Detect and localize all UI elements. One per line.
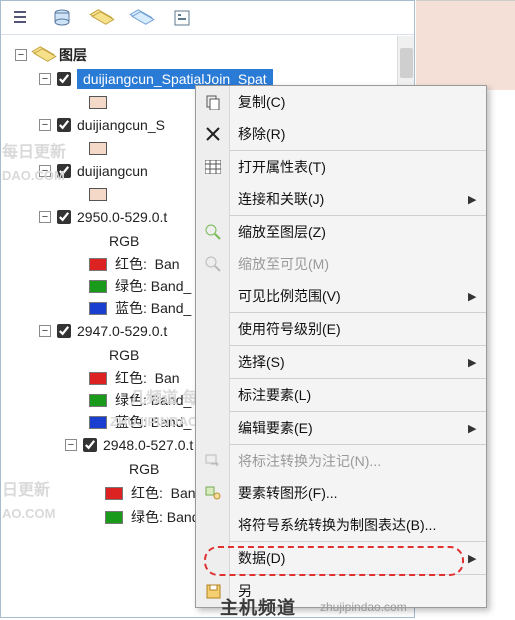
toc-toolbar bbox=[1, 1, 414, 35]
collapse-icon[interactable]: − bbox=[39, 165, 51, 177]
rgb-label: RGB bbox=[129, 461, 159, 477]
list-by-selection-icon[interactable] bbox=[131, 7, 153, 29]
band-color-label: 蓝色: bbox=[115, 298, 147, 318]
menu-item-open-attrtable[interactable]: 打开属性表(T) bbox=[196, 151, 486, 183]
layer-context-menu: 复制(C) 移除(R) 打开属性表(T) 连接和关联(J)▶ 缩放至图层(Z) … bbox=[195, 85, 487, 608]
tree-root[interactable]: − 图层 bbox=[1, 43, 414, 67]
canvas-edge bbox=[416, 0, 515, 90]
menu-item-zoom-visible: 缩放至可见(M) bbox=[196, 248, 486, 280]
menu-item-remove[interactable]: 移除(R) bbox=[196, 118, 486, 150]
submenu-arrow-icon: ▶ bbox=[468, 290, 486, 303]
layer-visibility-checkbox[interactable] bbox=[83, 438, 97, 452]
collapse-icon[interactable]: − bbox=[39, 119, 51, 131]
band-value: Band_ bbox=[151, 414, 191, 430]
table-icon bbox=[196, 160, 230, 174]
band-value: Band_ bbox=[151, 392, 191, 408]
collapse-icon[interactable]: − bbox=[39, 73, 51, 85]
band-value: Ban bbox=[155, 256, 180, 272]
submenu-arrow-icon: ▶ bbox=[468, 356, 486, 369]
zoom-disabled-icon bbox=[196, 256, 230, 272]
copy-icon bbox=[196, 94, 230, 110]
menu-item-zoom-to-layer[interactable]: 缩放至图层(Z) bbox=[196, 216, 486, 248]
collapse-icon[interactable]: − bbox=[39, 325, 51, 337]
band-value: Band_ bbox=[151, 300, 191, 316]
options-icon[interactable] bbox=[171, 7, 193, 29]
menu-item-copy[interactable]: 复制(C) bbox=[196, 86, 486, 118]
menu-item-use-symbol-levels[interactable]: 使用符号级别(E) bbox=[196, 313, 486, 345]
menu-item-label-features[interactable]: 标注要素(L) bbox=[196, 379, 486, 411]
band-value: Ban bbox=[155, 370, 180, 386]
raster-label: 2948.0-527.0.t bbox=[103, 437, 193, 453]
dataframe-label: 图层 bbox=[59, 45, 87, 65]
raster-label: 2947.0-529.0.t bbox=[77, 323, 167, 339]
menu-item-visible-scale-range[interactable]: 可见比例范围(V)▶ bbox=[196, 280, 486, 312]
menu-item-data[interactable]: 数据(D)▶ bbox=[196, 542, 486, 574]
band-color-label: 红色: bbox=[115, 254, 147, 274]
remove-icon bbox=[196, 127, 230, 141]
band-color-label: 蓝色: bbox=[115, 412, 147, 432]
raster-label: 2950.0-529.0.t bbox=[77, 209, 167, 225]
menu-label: 编辑要素(E) bbox=[230, 418, 468, 438]
menu-label: 缩放至可见(M) bbox=[230, 254, 468, 274]
band-color-label: 绿色: bbox=[131, 507, 163, 527]
collapse-icon[interactable]: − bbox=[65, 439, 77, 451]
menu-label: 要素转图形(F)... bbox=[230, 483, 468, 503]
menu-label: 选择(S) bbox=[230, 352, 468, 372]
zoom-icon bbox=[196, 224, 230, 240]
menu-item-convert-symbology[interactable]: 将符号系统转换为制图表达(B)... bbox=[196, 509, 486, 541]
band-value: Band_ bbox=[151, 278, 191, 294]
menu-label: 缩放至图层(Z) bbox=[230, 222, 468, 242]
submenu-arrow-icon: ▶ bbox=[468, 552, 486, 565]
submenu-arrow-icon: ▶ bbox=[468, 422, 486, 435]
menu-item-edit-features[interactable]: 编辑要素(E)▶ bbox=[196, 412, 486, 444]
menu-item-convert-labels: 将标注转换为注记(N)... bbox=[196, 445, 486, 477]
menu-label: 将标注转换为注记(N)... bbox=[230, 451, 468, 471]
menu-label: 打开属性表(T) bbox=[230, 157, 468, 177]
menu-label: 数据(D) bbox=[230, 548, 468, 568]
band-color-label: 红色: bbox=[131, 483, 163, 503]
dataframe-icon bbox=[33, 48, 53, 62]
layer-visibility-checkbox[interactable] bbox=[57, 164, 71, 178]
menu-label: 使用符号级别(E) bbox=[230, 319, 468, 339]
menu-item-features-to-graphics[interactable]: 要素转图形(F)... bbox=[196, 477, 486, 509]
list-by-draworder-icon[interactable] bbox=[11, 7, 33, 29]
layer-visibility-checkbox[interactable] bbox=[57, 210, 71, 224]
menu-label: 复制(C) bbox=[230, 92, 468, 112]
band-color-label: 绿色: bbox=[115, 390, 147, 410]
layer-label: duijiangcun bbox=[77, 163, 148, 179]
list-by-visibility-icon[interactable] bbox=[91, 7, 113, 29]
menu-item-joins-relates[interactable]: 连接和关联(J)▶ bbox=[196, 183, 486, 215]
layer-visibility-checkbox[interactable] bbox=[57, 324, 71, 338]
submenu-arrow-icon: ▶ bbox=[468, 193, 486, 206]
band-color-label: 红色: bbox=[115, 368, 147, 388]
layer-visibility-checkbox[interactable] bbox=[57, 118, 71, 132]
features-icon bbox=[196, 486, 230, 500]
collapse-icon[interactable]: − bbox=[39, 211, 51, 223]
rgb-label: RGB bbox=[109, 347, 139, 363]
menu-label: 连接和关联(J) bbox=[230, 189, 468, 209]
site-url-watermark: zhujipindao.com bbox=[320, 600, 407, 614]
site-watermark: 主机频道 bbox=[220, 594, 296, 620]
scrollbar-thumb[interactable] bbox=[400, 48, 413, 78]
convert-disabled-icon bbox=[196, 454, 230, 468]
layer-visibility-checkbox[interactable] bbox=[57, 72, 71, 86]
rgb-label: RGB bbox=[109, 233, 139, 249]
menu-label: 移除(R) bbox=[230, 124, 468, 144]
menu-item-selection[interactable]: 选择(S)▶ bbox=[196, 346, 486, 378]
menu-label: 将符号系统转换为制图表达(B)... bbox=[230, 515, 468, 535]
menu-label: 可见比例范围(V) bbox=[230, 286, 468, 306]
menu-label: 标注要素(L) bbox=[230, 385, 468, 405]
collapse-icon[interactable]: − bbox=[15, 49, 27, 61]
list-by-source-icon[interactable] bbox=[51, 7, 73, 29]
layer-label: duijiangcun_S bbox=[77, 117, 165, 133]
band-value: Ban bbox=[171, 485, 196, 501]
band-color-label: 绿色: bbox=[115, 276, 147, 296]
